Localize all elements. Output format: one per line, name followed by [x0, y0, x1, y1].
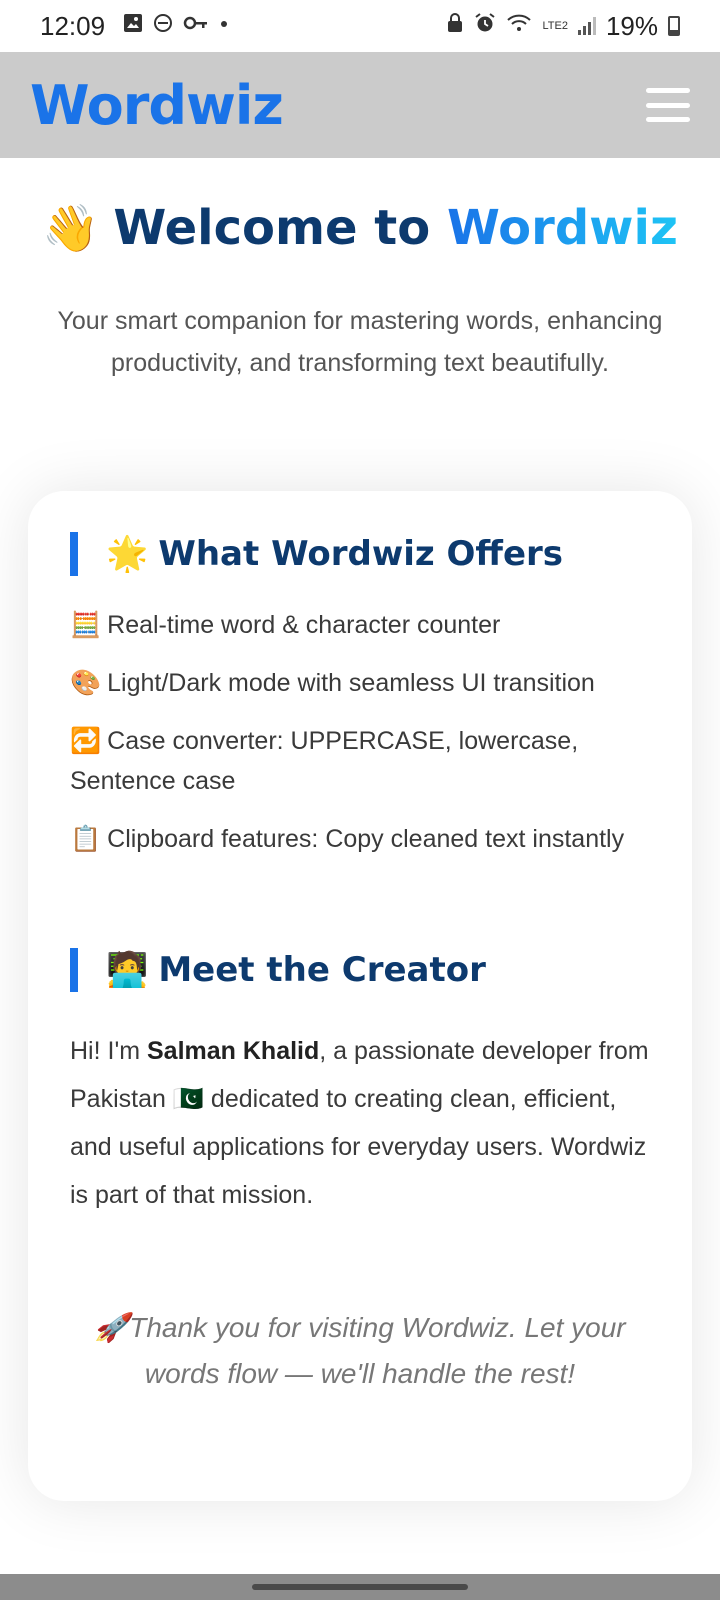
heading-accent-bar [70, 532, 78, 576]
info-card: 🌟 What Wordwiz Offers 🧮 Real-time word & … [28, 491, 692, 1501]
rocket-icon: 🚀 [94, 1312, 130, 1343]
technologist-icon: 🧑‍💻 [106, 951, 149, 989]
gallery-icon [123, 13, 143, 39]
title-prefix: Welcome to [113, 200, 447, 256]
lock-icon [446, 13, 464, 39]
offers-heading: 🌟 What Wordwiz Offers [70, 531, 650, 577]
dot-icon [219, 13, 229, 39]
key-icon [183, 13, 209, 39]
hero-section: 👋 Welcome to Wordwiz Your smart companio… [0, 200, 720, 384]
hamburger-menu-icon[interactable] [646, 88, 690, 122]
battery-percent: 19% [605, 10, 658, 41]
status-right: LTE2 19% [446, 11, 680, 42]
list-item: 📋 Clipboard features: Copy cleaned text i… [70, 819, 650, 859]
menu-line [646, 117, 690, 122]
thanks-text: Thank you for visiting Wordwiz. Let your… [129, 1312, 626, 1389]
pakistan-flag-icon: 🇵🇰 [172, 1085, 204, 1113]
waving-hand-icon: 👋 [42, 200, 100, 255]
clipboard-icon: 📋 [70, 825, 102, 853]
feature-text: Real-time word & character counter [107, 611, 501, 639]
feature-text: Clipboard features: Copy cleaned text in… [107, 825, 625, 853]
feature-text: Light/Dark mode with seamless UI transit… [107, 669, 595, 697]
title-accent: Wordwiz [446, 200, 678, 256]
battery-icon [668, 16, 680, 36]
network-type-label: LTE2 [542, 19, 568, 32]
offers-title: What Wordwiz Offers [158, 534, 564, 574]
palette-icon: 🎨 [70, 669, 102, 697]
creator-bio: Hi! I'm Salman Khalid, a passionate deve… [70, 1027, 650, 1219]
system-nav-bar [0, 1574, 720, 1600]
menu-line [646, 102, 690, 108]
status-bar: 12:09 LTE2 19% [0, 0, 720, 52]
status-time: 12:09 [40, 10, 106, 41]
creator-title: Meet the Creator [158, 950, 486, 990]
app-bar: Wordwiz [0, 52, 720, 158]
creator-heading: 🧑‍💻 Meet the Creator [70, 947, 650, 993]
page-title: 👋 Welcome to Wordwiz [0, 200, 720, 256]
dnd-icon [153, 13, 173, 39]
menu-line [646, 88, 690, 93]
list-item: 🎨 Light/Dark mode with seamless UI transi… [70, 663, 650, 703]
list-item: 🔁 Case converter: UPPERCASE, lowercase, S… [70, 721, 650, 801]
status-left: 12:09 [40, 11, 229, 42]
hero-subtitle: Your smart companion for mastering words… [57, 307, 663, 377]
bio-before: Hi! I'm [70, 1037, 147, 1065]
heading-accent-bar [70, 948, 78, 992]
features-list: 🧮 Real-time word & character counter 🎨 Lig… [70, 605, 650, 859]
abacus-icon: 🧮 [70, 611, 102, 639]
creator-name: Salman Khalid [147, 1037, 320, 1065]
list-item: 🧮 Real-time word & character counter [70, 605, 650, 645]
home-gesture-handle[interactable] [252, 1584, 468, 1590]
feature-text: Case converter: UPPERCASE, lowercase, Se… [70, 727, 579, 795]
glowing-star-icon: 🌟 [106, 535, 149, 573]
brand-logo[interactable]: Wordwiz [30, 74, 284, 137]
thank-you-message: 🚀Thank you for visiting Wordwiz. Let you… [70, 1305, 650, 1397]
alarm-icon [474, 13, 496, 39]
repeat-icon: 🔁 [70, 727, 102, 755]
wifi-icon [506, 13, 532, 39]
signal-icon [577, 17, 596, 35]
